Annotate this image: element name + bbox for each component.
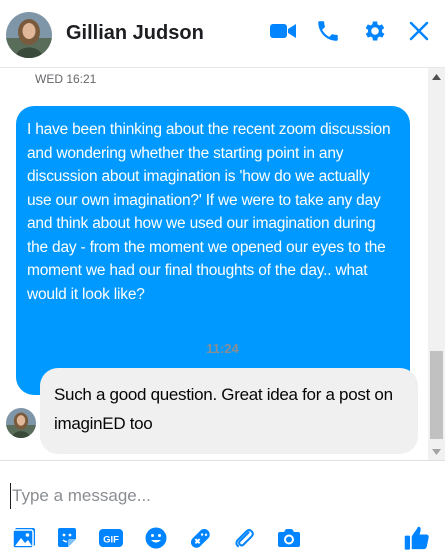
game-button[interactable]	[186, 527, 214, 553]
incoming-message[interactable]: Such a good question. Great idea for a p…	[40, 368, 418, 454]
settings-button[interactable]	[360, 18, 390, 48]
chat-header: Gillian Judson	[0, 0, 445, 68]
phone-icon	[315, 18, 341, 49]
scroll-thumb[interactable]	[430, 351, 443, 439]
chat-scrollbar[interactable]	[428, 68, 445, 460]
emoji-button[interactable]	[142, 527, 170, 553]
message-input[interactable]	[10, 483, 410, 509]
camera-button[interactable]	[275, 527, 303, 553]
close-button[interactable]	[404, 18, 434, 48]
close-icon	[408, 20, 430, 47]
image-icon	[12, 527, 36, 554]
gear-icon	[362, 18, 388, 49]
attachment-icon	[232, 526, 256, 555]
video-camera-icon	[269, 21, 297, 46]
scroll-down-arrow-icon[interactable]	[428, 443, 445, 460]
message-thread[interactable]: WED 16:21 I have been thinking about the…	[0, 68, 445, 460]
video-call-button[interactable]	[268, 18, 298, 48]
voice-call-button[interactable]	[313, 18, 343, 48]
svg-text:GIF: GIF	[103, 534, 119, 545]
game-icon	[187, 525, 213, 556]
scroll-up-arrow-icon[interactable]	[428, 68, 445, 85]
sticker-icon	[55, 526, 79, 555]
camera-icon	[276, 527, 302, 554]
emoji-icon	[144, 526, 168, 555]
contact-avatar-small[interactable]	[6, 408, 36, 438]
like-button[interactable]	[403, 526, 431, 553]
date-divider: WED 16:21	[35, 72, 97, 86]
thumbs-up-icon	[403, 524, 431, 557]
sticker-button[interactable]	[53, 527, 81, 553]
contact-avatar[interactable]	[6, 12, 52, 58]
gif-icon: GIF	[98, 527, 124, 554]
send-photo-button[interactable]	[10, 527, 38, 553]
message-composer: GIF	[0, 460, 445, 560]
gif-button[interactable]: GIF	[97, 527, 125, 553]
contact-name[interactable]: Gillian Judson	[66, 22, 204, 45]
attach-file-button[interactable]	[230, 527, 258, 553]
time-divider: 11:24	[206, 341, 239, 356]
